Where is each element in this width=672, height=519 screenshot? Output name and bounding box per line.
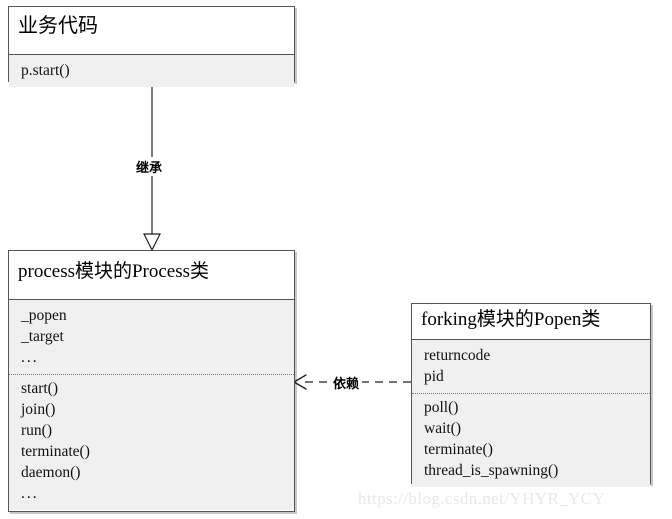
class-box-process[interactable]: process模块的Process类 _popen _target ... st… [8,250,295,512]
class-method: poll() [424,399,459,416]
class-method: join() [21,401,56,418]
class-method: run() [21,422,52,439]
class-attribute: returncode [424,347,491,364]
class-method-ellipsis: ... [21,485,39,502]
class-box-popen-methods: poll() wait() terminate() thread_is_spaw… [412,393,650,487]
class-method: terminate() [424,441,493,458]
class-method: start() [21,380,59,397]
class-box-popen[interactable]: forking模块的Popen类 returncode pid poll() w… [411,303,651,487]
class-attribute: _target [21,328,64,345]
class-box-business[interactable]: 业务代码 p.start() [8,6,295,87]
dependency-arrowhead [293,374,307,390]
class-attribute: _popen [21,307,67,324]
inheritance-edge-label: 继承 [133,157,166,176]
class-member: p.start() [21,62,70,79]
class-box-business-title: 业务代码 [9,7,294,54]
class-box-business-members: p.start() [9,54,294,87]
class-box-process-methods: start() join() run() terminate() daemon(… [9,374,294,510]
class-box-popen-title: forking模块的Popen类 [412,304,650,339]
class-attribute: pid [424,368,444,385]
inheritance-arrowhead [143,233,161,252]
class-box-process-title: process模块的Process类 [9,251,294,299]
class-box-process-attributes: _popen _target ... [9,299,294,374]
class-method: thread_is_spawning() [424,462,559,479]
dependency-edge-label: 依赖 [330,373,363,392]
class-attribute-ellipsis: ... [21,349,39,366]
diagram-canvas: 继承 依赖 业务代码 p.start() process模块的Process类 … [0,0,672,519]
class-method: daemon() [21,464,81,481]
class-method: terminate() [21,443,90,460]
class-method: wait() [424,420,462,437]
watermark-text: https://blog.csdn.net/YHYR_YCY [358,489,606,508]
class-box-popen-attributes: returncode pid [412,339,650,393]
